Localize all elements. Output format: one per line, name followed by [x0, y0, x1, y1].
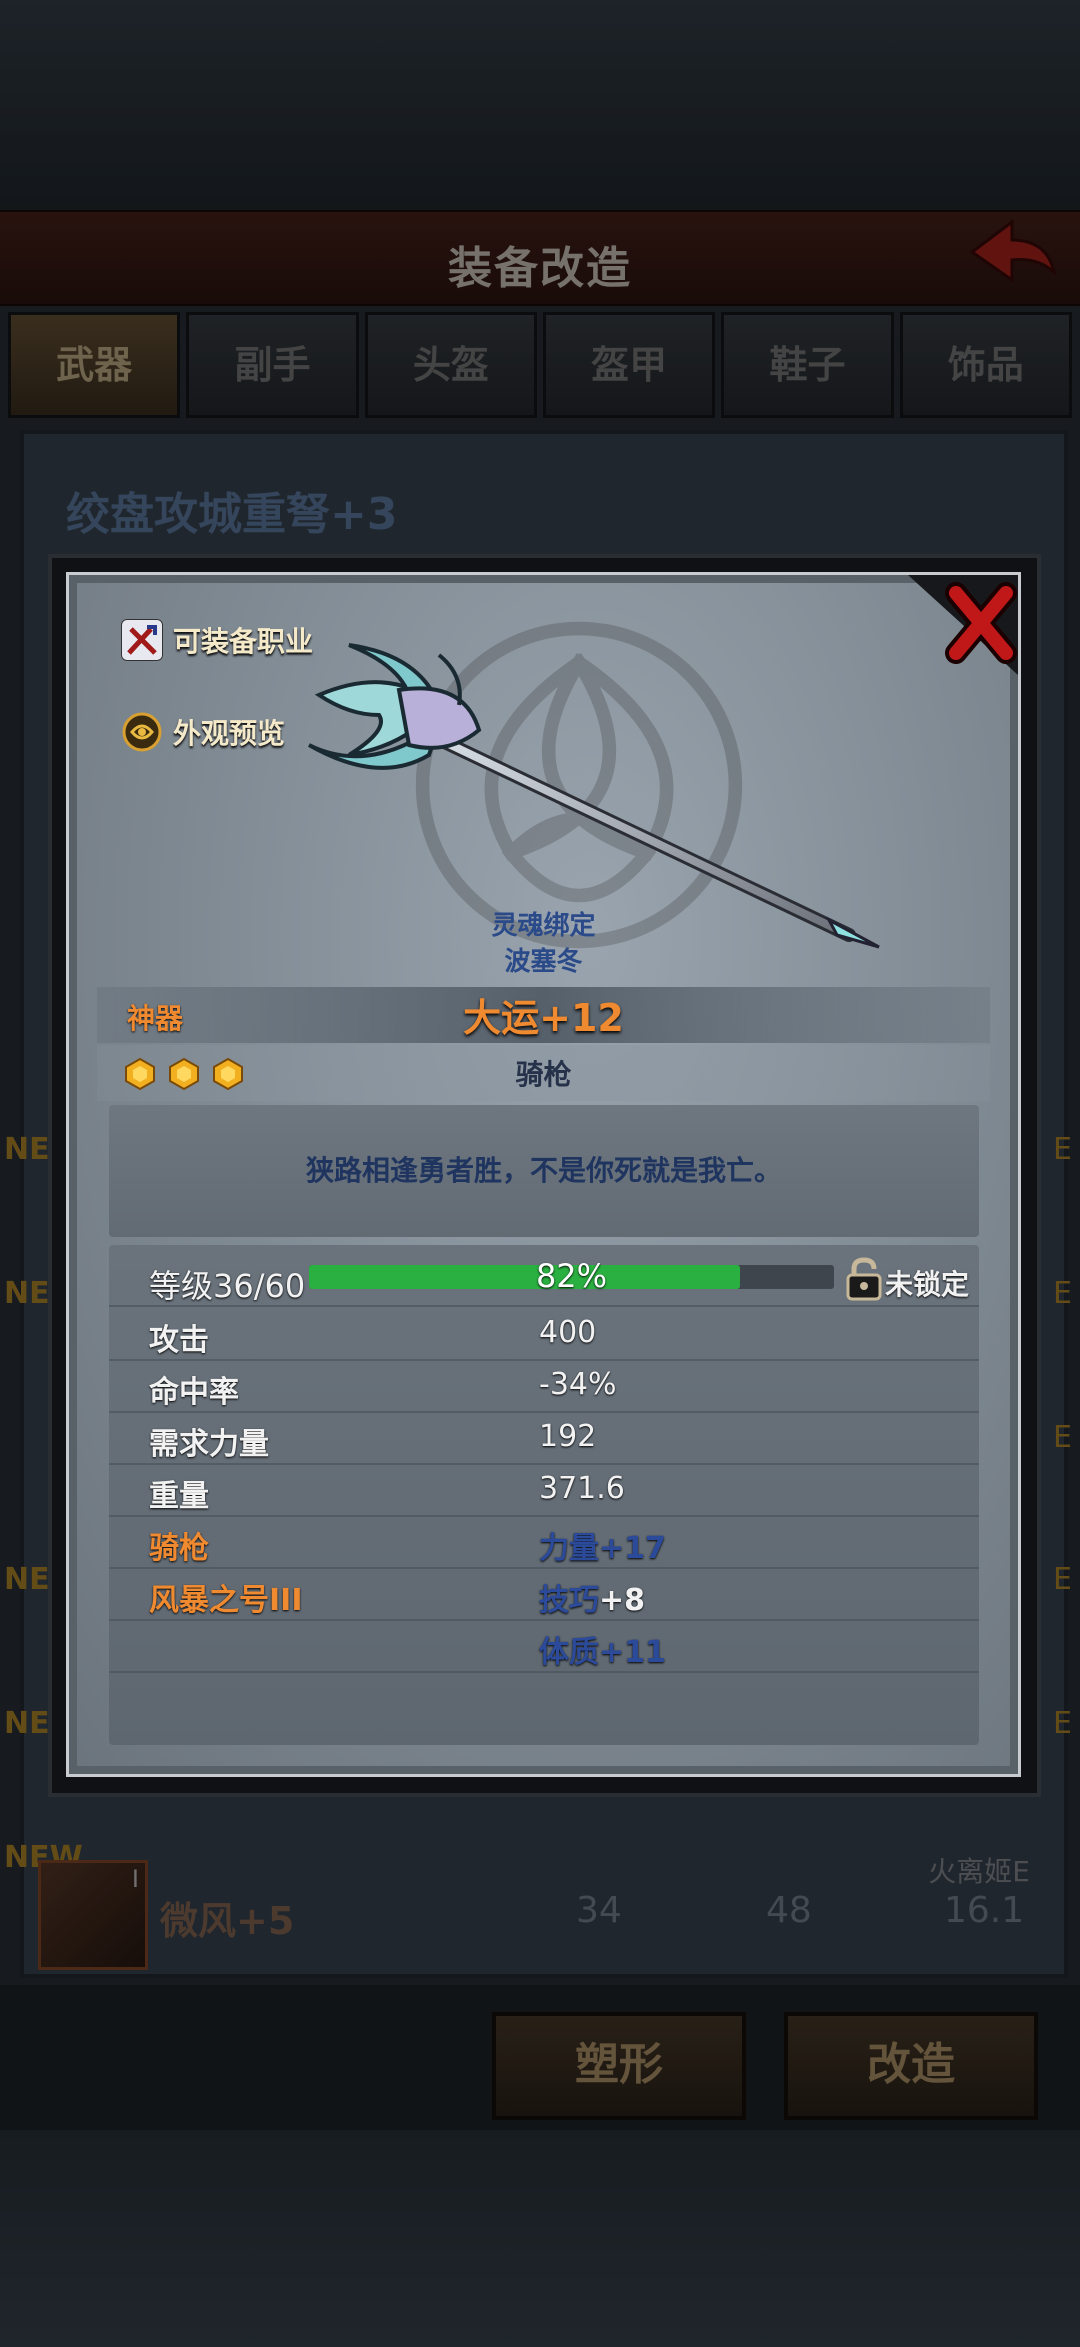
stat-row-hit-rate: 命中率 -34% [109, 1359, 979, 1413]
lock-status-label: 未锁定 [885, 1268, 970, 1301]
crossed-swords-icon [121, 619, 163, 661]
star-rating [123, 1057, 245, 1091]
item-title: 大运+12 [463, 996, 624, 1040]
equip-class-button[interactable]: 可装备职业 [121, 619, 313, 661]
stat-value: -34% [539, 1367, 617, 1402]
affix-label: 风暴之号III [149, 1583, 303, 1618]
item-detail-modal: 可装备职业 外观预览 灵魂绑定 波塞冬 神器 大运+12 骑枪 狭路相逢勇者胜，… [48, 554, 1041, 1797]
stat-value: 400 [539, 1315, 597, 1350]
affix-stat: 技巧 [539, 1583, 599, 1618]
affix-row: 骑枪 力量+17 [109, 1515, 979, 1569]
appearance-preview-label: 外观预览 [173, 717, 286, 750]
stat-label: 命中率 [149, 1375, 239, 1410]
flavor-text: 狭路相逢勇者胜，不是你死就是我亡。 [305, 1154, 782, 1187]
affix-row: 体质+11 [109, 1619, 979, 1673]
stat-label: 攻击 [149, 1323, 209, 1358]
affix-bonus: +11 [599, 1635, 666, 1670]
bound-owner-label: 波塞冬 [504, 947, 583, 977]
level-label: 等级36/60 [149, 1267, 306, 1305]
lock-icon[interactable] [844, 1257, 884, 1301]
soul-bound-label: 灵魂绑定 [491, 911, 596, 941]
stats-panel: 等级36/60 82% 未锁定 攻击 400 命中率 -34% 需求力量 192… [109, 1245, 979, 1745]
item-detail-card: 可装备职业 外观预览 灵魂绑定 波塞冬 神器 大运+12 骑枪 狭路相逢勇者胜，… [66, 572, 1021, 1777]
affix-bonus: +8 [599, 1583, 646, 1618]
star-gem-icon [125, 1057, 155, 1091]
stat-row-weight: 重量 371.6 [109, 1463, 979, 1517]
affix-label: 骑枪 [149, 1531, 209, 1566]
affix-row: 风暴之号III 技巧+8 [109, 1567, 979, 1621]
affix-value: 体质+11 [539, 1627, 666, 1671]
level-row: 等级36/60 82% 未锁定 [109, 1253, 979, 1307]
stat-value: 371.6 [539, 1471, 625, 1506]
star-gem-icon [169, 1057, 199, 1091]
stat-label: 需求力量 [149, 1427, 269, 1462]
affix-value: 技巧+8 [539, 1575, 645, 1619]
xp-percent: 82% [535, 1257, 608, 1295]
stat-value: 192 [539, 1419, 597, 1454]
close-icon[interactable] [908, 575, 1018, 675]
appearance-icon [122, 712, 162, 752]
affix-stat: 体质 [539, 1635, 599, 1670]
stat-row-strength-req: 需求力量 192 [109, 1411, 979, 1465]
affix-bonus: +17 [599, 1531, 666, 1566]
stat-label: 重量 [149, 1479, 209, 1514]
flavor-text-box: 狭路相逢勇者胜，不是你死就是我亡。 [109, 1105, 979, 1237]
star-gem-icon [213, 1057, 243, 1091]
appearance-preview-button[interactable]: 外观预览 [121, 711, 285, 753]
affix-stat: 力量 [539, 1531, 599, 1566]
stat-row-attack: 攻击 400 [109, 1307, 979, 1361]
affix-value: 力量+17 [539, 1523, 666, 1567]
